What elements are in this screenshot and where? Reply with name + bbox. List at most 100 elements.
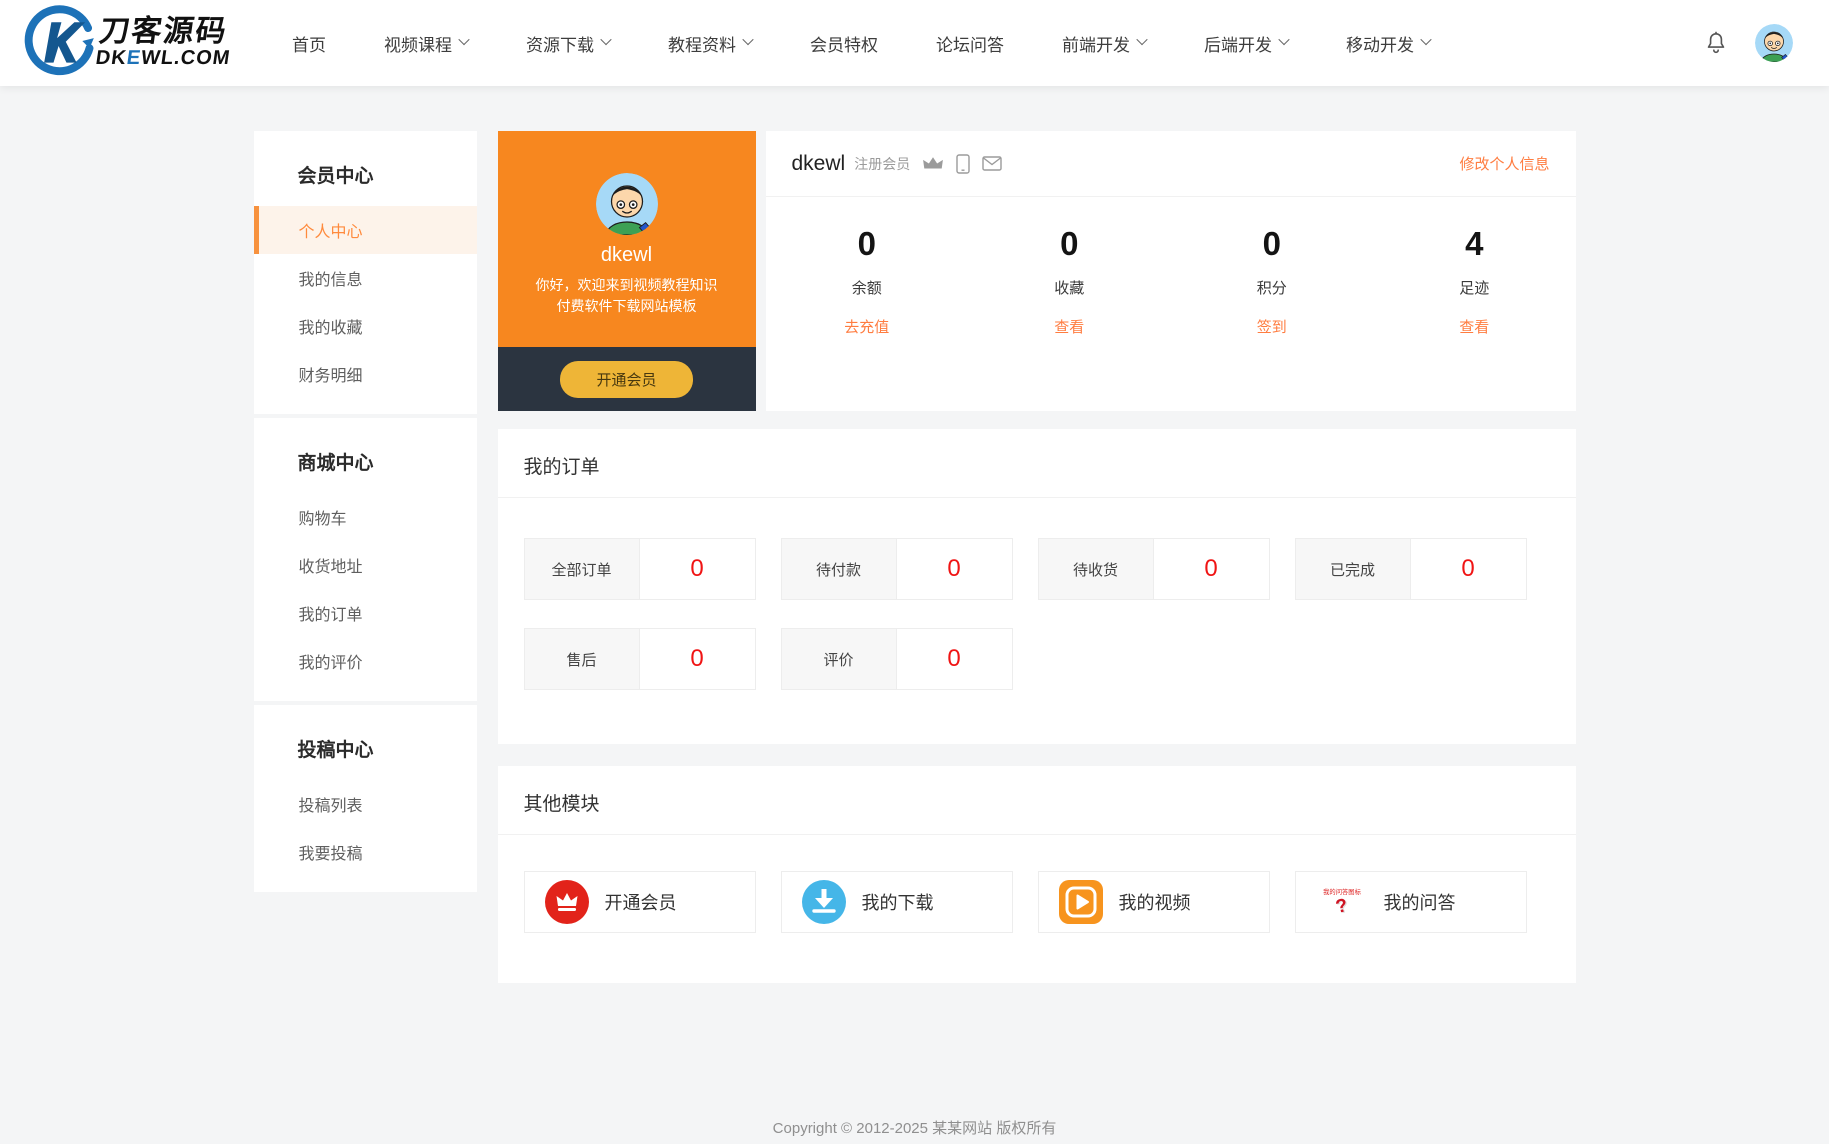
sidebar-item-my-reviews[interactable]: 我的评价 — [254, 637, 477, 685]
chevron-down-icon — [1420, 34, 1431, 45]
page-content: 会员中心 个人中心 我的信息 我的收藏 财务明细 商城中心 购物车 收货地址 我… — [254, 131, 1576, 1005]
module-my-videos[interactable]: 我的视频 — [1038, 871, 1270, 933]
order-label: 已完成 — [1296, 539, 1411, 599]
crown-badge-icon — [545, 880, 589, 924]
chevron-down-icon — [458, 34, 469, 45]
chevron-down-icon — [1136, 34, 1147, 45]
module-label: 开通会员 — [605, 889, 677, 915]
order-count: 0 — [1411, 539, 1526, 599]
order-count: 0 — [640, 539, 755, 599]
orders-card: 我的订单 全部订单 0 待付款 0 待收货 0 已完成 0 — [498, 429, 1576, 744]
order-box-completed[interactable]: 已完成 0 — [1295, 538, 1527, 600]
nav-item-home[interactable]: 首页 — [292, 31, 326, 56]
nav-item-mobile-dev[interactable]: 移动开发 — [1346, 31, 1430, 56]
sidebar-item-my-favorites[interactable]: 我的收藏 — [254, 302, 477, 350]
video-badge-icon — [1059, 880, 1103, 924]
stat-value: 0 — [766, 225, 969, 263]
order-box-pending-receipt[interactable]: 待收货 0 — [1038, 538, 1270, 600]
sidebar-item-submission-list[interactable]: 投稿列表 — [254, 780, 477, 828]
profile-card-footer: 开通会员 — [498, 347, 756, 411]
order-box-review[interactable]: 评价 0 — [781, 628, 1013, 690]
sidebar-section-title: 会员中心 — [254, 145, 477, 206]
order-label: 售后 — [525, 629, 640, 689]
order-box-aftersale[interactable]: 售后 0 — [524, 628, 756, 690]
sidebar-section-member: 会员中心 个人中心 我的信息 我的收藏 财务明细 — [254, 131, 477, 414]
nav-item-video-courses[interactable]: 视频课程 — [384, 31, 468, 56]
order-count: 0 — [897, 629, 1012, 689]
stat-label: 积分 — [1171, 277, 1374, 298]
stat-label: 足迹 — [1373, 277, 1576, 298]
chevron-down-icon — [1278, 34, 1289, 45]
mail-icon — [982, 156, 1002, 171]
sidebar-item-submit-post[interactable]: 我要投稿 — [254, 828, 477, 876]
crown-icon — [922, 156, 944, 171]
view-footprints-link[interactable]: 查看 — [1459, 316, 1489, 337]
view-favorites-link[interactable]: 查看 — [1054, 316, 1084, 337]
module-my-downloads[interactable]: 我的下载 — [781, 871, 1013, 933]
order-count: 0 — [897, 539, 1012, 599]
order-label: 待付款 — [782, 539, 897, 599]
stat-value: 0 — [968, 225, 1171, 263]
logo-title: 刀客源码 — [97, 17, 236, 47]
orders-grid: 全部订单 0 待付款 0 待收货 0 已完成 0 售后 0 — [498, 498, 1576, 744]
logo-icon — [24, 5, 96, 82]
nav-item-member-privilege[interactable]: 会员特权 — [810, 31, 878, 56]
profile-avatar — [596, 173, 658, 235]
order-count: 0 — [640, 629, 755, 689]
order-box-all[interactable]: 全部订单 0 — [524, 538, 756, 600]
orders-card-title: 我的订单 — [498, 429, 1576, 498]
stat-label: 余额 — [766, 277, 969, 298]
profile-username: dkewl — [601, 244, 652, 267]
sidebar-section-title: 投稿中心 — [254, 719, 477, 780]
chevron-down-icon — [600, 34, 611, 45]
sidebar-item-my-info[interactable]: 我的信息 — [254, 254, 477, 302]
recharge-link[interactable]: 去充值 — [844, 316, 889, 337]
user-role-badge: 注册会员 — [854, 154, 910, 174]
order-label: 待收货 — [1039, 539, 1154, 599]
broken-image-icon: 我的问答图标 ? — [1316, 878, 1368, 926]
site-logo[interactable]: 刀客源码 DKEWL.COM — [24, 5, 270, 82]
nav-item-frontend-dev[interactable]: 前端开发 — [1062, 31, 1146, 56]
nav-item-backend-dev[interactable]: 后端开发 — [1204, 31, 1288, 56]
module-label: 我的下载 — [862, 889, 934, 915]
order-box-pending-payment[interactable]: 待付款 0 — [781, 538, 1013, 600]
order-count: 0 — [1154, 539, 1269, 599]
sidebar-item-cart[interactable]: 购物车 — [254, 493, 477, 541]
user-info-header: dkewl 注册会员 修改个人信息 — [766, 131, 1576, 197]
sidebar-section-submission: 投稿中心 投稿列表 我要投稿 — [254, 705, 477, 892]
nav-item-resource-download[interactable]: 资源下载 — [526, 31, 610, 56]
order-label: 评价 — [782, 629, 897, 689]
module-open-vip[interactable]: 开通会员 — [524, 871, 756, 933]
question-mark-glyph: ? — [1334, 896, 1350, 918]
profile-row: dkewl 你好，欢迎来到视频教程知识 付费软件下载网站模板 开通会员 dkew… — [498, 131, 1576, 411]
module-my-qa[interactable]: 我的问答图标 ? 我的问答 — [1295, 871, 1527, 933]
stat-balance: 0 余额 去充值 — [766, 225, 969, 337]
user-info-panel: dkewl 注册会员 修改个人信息 0 余额 — [766, 131, 1576, 411]
order-label: 全部订单 — [525, 539, 640, 599]
module-label: 我的问答 — [1384, 889, 1456, 915]
sign-in-link[interactable]: 签到 — [1257, 316, 1287, 337]
sidebar-section-title: 商城中心 — [254, 432, 477, 493]
sidebar-item-shipping-address[interactable]: 收货地址 — [254, 541, 477, 589]
edit-profile-link[interactable]: 修改个人信息 — [1459, 153, 1549, 174]
nav-item-forum-qa[interactable]: 论坛问答 — [936, 31, 1004, 56]
stat-value: 4 — [1373, 225, 1576, 263]
notification-bell-icon[interactable] — [1703, 30, 1729, 56]
sidebar-item-personal-center[interactable]: 个人中心 — [254, 206, 477, 254]
download-badge-icon — [802, 880, 846, 924]
main-content: dkewl 你好，欢迎来到视频教程知识 付费软件下载网站模板 开通会员 dkew… — [498, 131, 1576, 1005]
profile-welcome-text: 你好，欢迎来到视频教程知识 付费软件下载网站模板 — [536, 275, 718, 317]
top-navigation-bar: 刀客源码 DKEWL.COM 首页 视频课程 资源下载 教程资料 会员特权 论坛… — [0, 0, 1829, 86]
profile-card: dkewl 你好，欢迎来到视频教程知识 付费软件下载网站模板 开通会员 — [498, 131, 756, 411]
sidebar-item-finance-detail[interactable]: 财务明细 — [254, 350, 477, 398]
user-avatar[interactable] — [1755, 24, 1793, 62]
footer-copyright: Copyright © 2012-2025 某某网站 版权所有 — [0, 1117, 1829, 1138]
stat-footprints: 4 足迹 查看 — [1373, 225, 1576, 337]
modules-card: 其他模块 开通会员 — [498, 766, 1576, 983]
nav-item-tutorial-material[interactable]: 教程资料 — [668, 31, 752, 56]
open-vip-button[interactable]: 开通会员 — [560, 361, 692, 398]
module-label: 我的视频 — [1119, 889, 1191, 915]
stat-label: 收藏 — [968, 277, 1171, 298]
modules-card-title: 其他模块 — [498, 766, 1576, 835]
sidebar-item-my-orders[interactable]: 我的订单 — [254, 589, 477, 637]
